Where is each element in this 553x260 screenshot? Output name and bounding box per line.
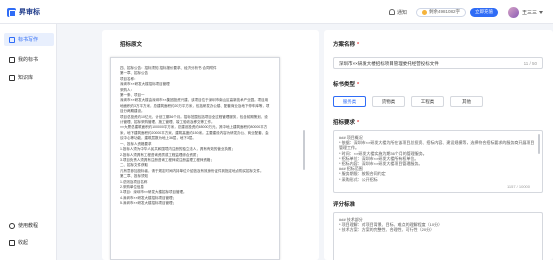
- requirements-text: ### 项目概况 * 依据：深圳市××研发大楼为所在该项目总投资、招标内容、建设规…: [339, 135, 535, 182]
- logo-icon: [7, 7, 16, 17]
- book-icon: [9, 74, 15, 81]
- text-line: * 依据：深圳市××研发大楼为所在该项目总投资、招标内容、建设规模等，选择符合招…: [339, 140, 535, 151]
- balance-text: 剩余4981082字: [428, 9, 460, 14]
- sidebar-item-label: 使用教程: [18, 223, 39, 229]
- recharge-button[interactable]: 立即充值: [469, 7, 498, 17]
- type-option-engineering[interactable]: 工程类: [411, 96, 444, 107]
- pen-icon: [9, 36, 15, 43]
- scrollbar[interactable]: [538, 134, 540, 154]
- type-option-goods[interactable]: 货物类: [372, 96, 405, 107]
- brand-logo[interactable]: 昇审标: [7, 7, 40, 17]
- sidebar-item-write[interactable]: 标书写作: [4, 33, 54, 46]
- bell-icon: [388, 9, 395, 15]
- requirements-textarea[interactable]: ### 项目概况 * 依据：深圳市××研发大楼为所在该项目总投资、招标内容、建设规…: [333, 130, 543, 193]
- type-option-other[interactable]: 其他: [450, 96, 483, 107]
- field-label-name: 方案名称 *: [333, 42, 360, 48]
- plan-name-value: 深圳市××研发大楼招标项目管理委托经营投标文件: [339, 61, 439, 66]
- collapse-icon: [9, 239, 15, 246]
- text-line: 深圳市××研发大楼由深圳市××集团投资兴建，该项目位于深圳市南山区高新技术产业园…: [120, 98, 270, 114]
- sidebar-item-knowledge[interactable]: 知识库: [4, 71, 54, 84]
- balance-badge: 剩余4981082字: [415, 7, 466, 17]
- help-icon: [9, 222, 15, 229]
- sidebar-item-label: 知识库: [18, 75, 34, 81]
- sidebar-item-label: 收起: [18, 240, 29, 246]
- coin-icon: [421, 9, 427, 15]
- notice-label: 通知: [396, 9, 407, 16]
- field-label-type: 标书类型 *: [333, 82, 360, 88]
- field-label-requirements: 招标要求 *: [333, 120, 360, 126]
- text-line: 5.深圳市××研发大楼招标项目管理；: [120, 201, 177, 206]
- sidebar-item-label: 我的标书: [18, 57, 39, 63]
- panel-title: 招标原文: [120, 42, 143, 48]
- text-line: ××大厦总建筑面积约100000平方米，总建设投资约65000万元，其中地上建筑…: [120, 125, 269, 141]
- chevron-down-icon[interactable]: [539, 10, 543, 14]
- avatar[interactable]: [507, 6, 519, 18]
- username[interactable]: 王三三: [522, 9, 537, 16]
- top-bar: 昇审标 通知 剩余4981082字 立即充值 王三三: [0, 0, 553, 24]
- scoring-textarea[interactable]: ### 技术部分 * 项目理解：对项目背景、目标、难点的理解程度（10分） * 技术…: [333, 212, 543, 260]
- char-count: 1157 / 10000: [506, 184, 530, 189]
- plan-name-input[interactable]: 深圳市××研发大楼招标项目管理委托经营投标文件 11 / 50: [333, 57, 543, 69]
- scrollbar[interactable]: [303, 130, 305, 170]
- sidebar-item-collapse[interactable]: 收起: [4, 236, 54, 249]
- field-label-scoring: 评分标准: [333, 202, 356, 208]
- file-icon: [9, 56, 15, 63]
- text-line: * 采购形式：公开招标: [339, 176, 378, 182]
- sidebar-item-tutorial[interactable]: 使用教程: [4, 219, 54, 232]
- sidebar: 标书写作 我的标书 知识库 使用教程 收起: [0, 24, 57, 260]
- char-count: 11 / 50: [523, 61, 537, 66]
- document-text: 四、招标公告：招标须知 招标报价要求、经济分析书 合同附件 第一章、招标公告 项目名…: [120, 66, 270, 207]
- notice-button[interactable]: 通知: [388, 9, 407, 16]
- brand-name: 昇审标: [19, 9, 40, 16]
- sidebar-item-label: 标书写作: [18, 37, 39, 43]
- sidebar-item-my-bids[interactable]: 我的标书: [4, 53, 54, 66]
- type-option-service[interactable]: 服务类: [333, 96, 366, 107]
- document-preview[interactable]: 四、招标公告：招标须知 招标报价要求、经济分析书 合同附件 第一章、招标公告 项目名…: [110, 57, 280, 260]
- text-line: 项目总投资约10亿元，计划工期36个月。招标范围包括项目全过程管理服务，包含前期…: [120, 114, 268, 125]
- text-line: * 技术方案：方案的完整性、合理性、可行性（20分）: [339, 227, 435, 233]
- scoring-text: ### 技术部分 * 项目理解：对项目背景、目标、难点的理解程度（10分） * 技术…: [339, 217, 535, 233]
